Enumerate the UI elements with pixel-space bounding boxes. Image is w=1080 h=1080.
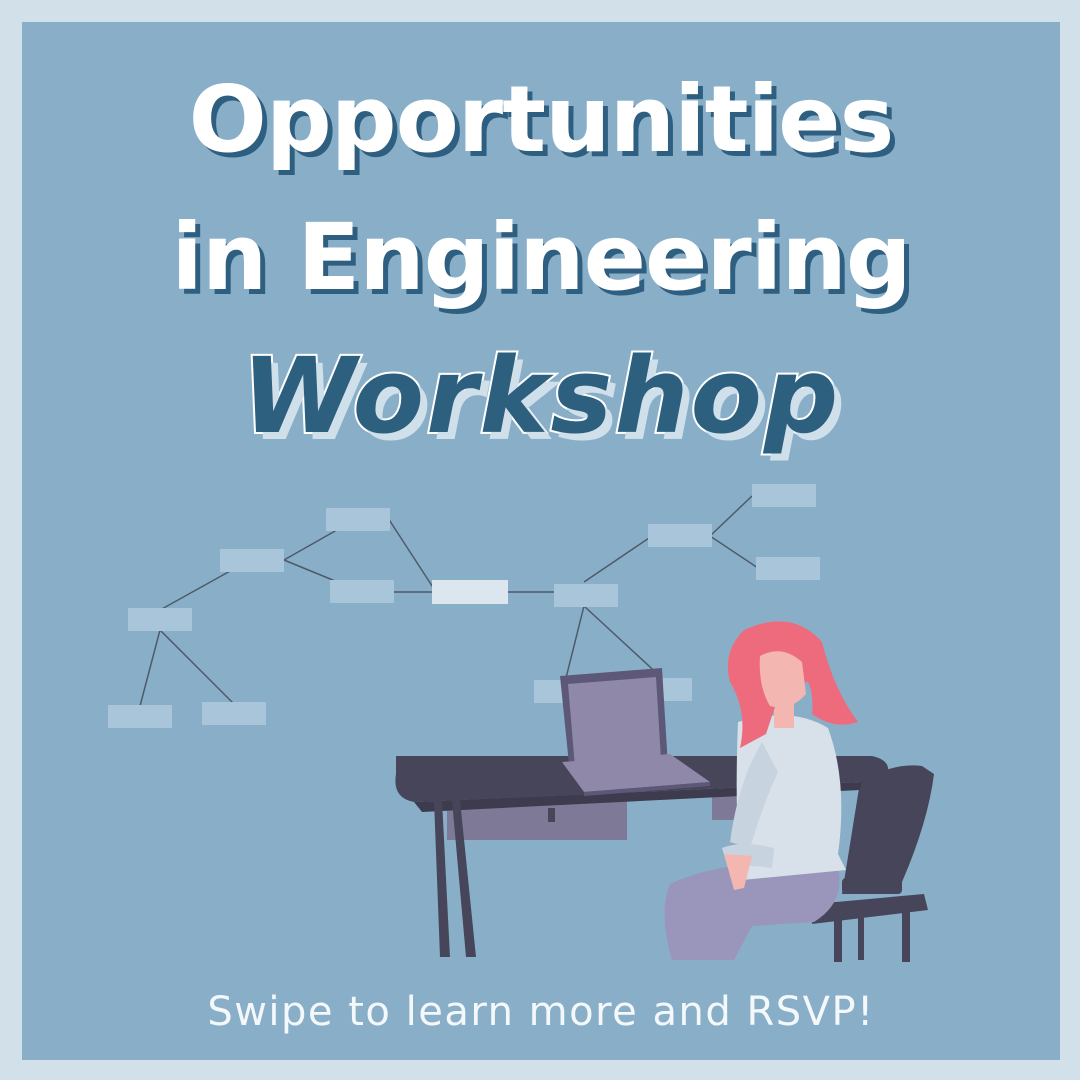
swipe-cta: Swipe to learn more and RSVP! (207, 989, 875, 1035)
poster: Opportunities in Engineering Workshop Sw… (22, 22, 1060, 1060)
mind-map-boxes (108, 484, 820, 728)
illustration (108, 484, 934, 962)
title-line-1: Opportunities (188, 66, 895, 173)
title-line-2: in Engineering (171, 204, 911, 311)
title-workshop: Workshop (240, 335, 841, 457)
